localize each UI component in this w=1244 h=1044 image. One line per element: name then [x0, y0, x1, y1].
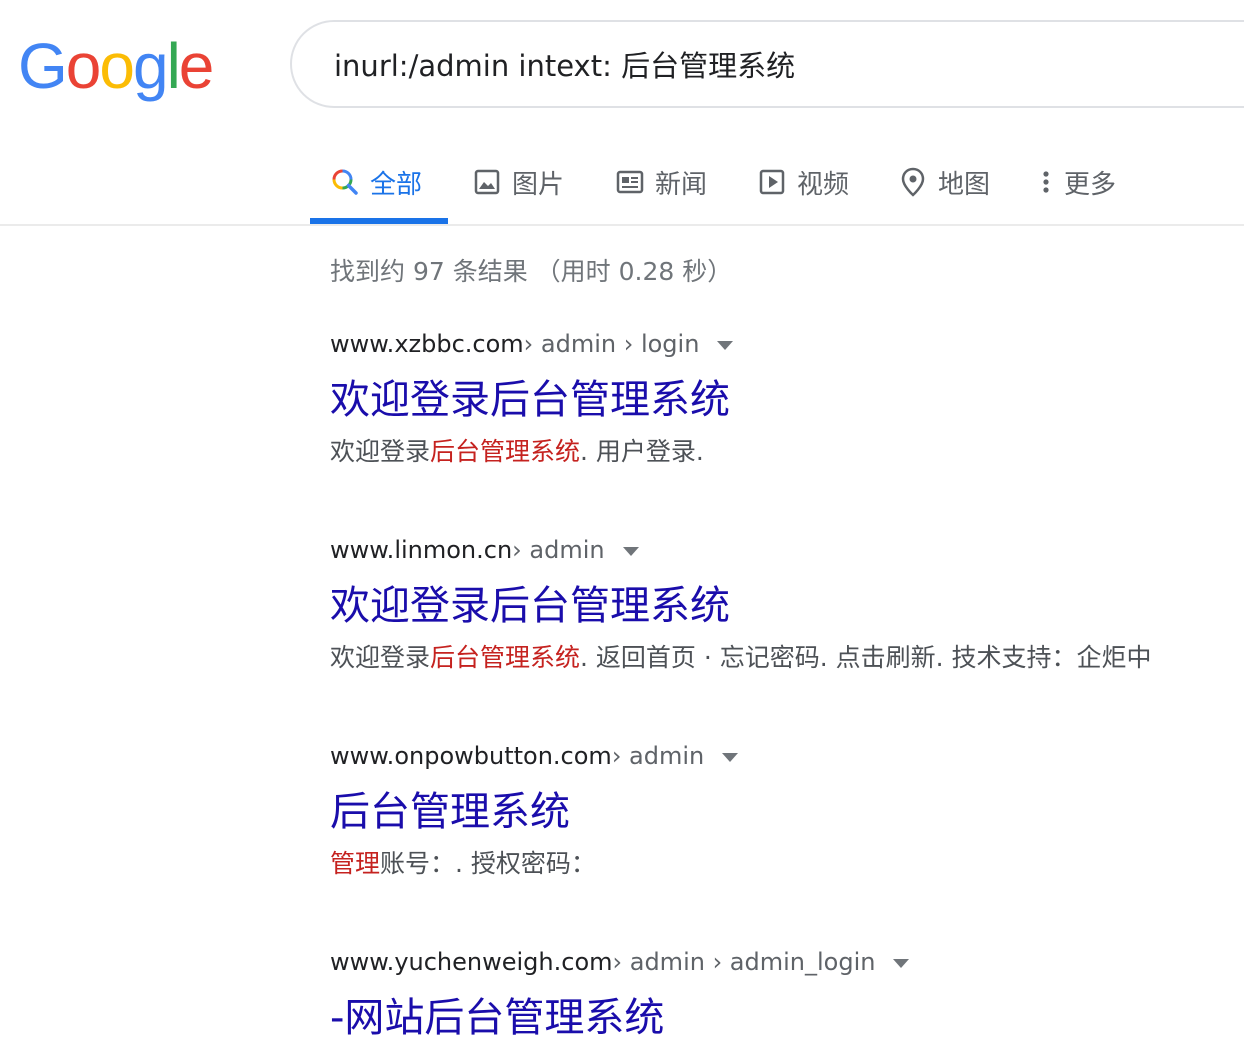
result-snippet: 管理账号：. 授权密码：	[330, 846, 1244, 882]
snippet-highlight: 后台管理系统	[430, 643, 581, 672]
tab-news[interactable]: 新闻	[615, 140, 707, 224]
header-divider	[0, 224, 1244, 226]
snippet-text: 欢迎登录	[330, 643, 431, 672]
chevron-down-icon[interactable]	[622, 546, 639, 556]
search-icon	[330, 167, 360, 197]
result-url[interactable]: www.xzbbc.com › admin › login	[330, 328, 1244, 360]
tab-label: 视频	[797, 169, 850, 200]
tab-label: 更多	[1064, 169, 1117, 200]
result-path: › admin › login	[523, 330, 700, 358]
chevron-down-icon[interactable]	[893, 958, 910, 968]
logo-letter: g	[132, 30, 169, 102]
tab-images[interactable]: 图片	[472, 140, 564, 224]
snippet-highlight: 管理	[330, 849, 381, 878]
logo-letter: o	[65, 30, 102, 102]
tab-label: 新闻	[655, 169, 708, 200]
logo-letter: l	[166, 30, 181, 102]
map-pin-icon	[898, 167, 928, 197]
news-icon	[615, 167, 645, 197]
more-vert-icon	[1038, 167, 1054, 197]
result-path: › admin	[512, 536, 605, 564]
result-url[interactable]: www.yuchenweigh.com › admin › admin_logi…	[330, 946, 1244, 978]
result-url[interactable]: www.linmon.cn › admin	[330, 534, 1244, 566]
search-result: www.linmon.cn › admin 欢迎登录后台管理系统 欢迎登录后台管…	[330, 534, 1244, 676]
search-input[interactable]	[334, 44, 1234, 84]
result-path: › admin › admin_login	[612, 948, 876, 976]
tab-all[interactable]: 全部	[330, 140, 422, 224]
result-snippet: 欢迎登录后台管理系统. 返回首页 · 忘记密码. 点击刷新. 技术支持：企炬中	[330, 640, 1244, 676]
search-box[interactable]	[290, 20, 1244, 108]
result-title-link[interactable]: 欢迎登录后台管理系统	[330, 580, 1244, 632]
snippet-text: 欢迎登录	[330, 437, 431, 466]
snippet-text: . 用户登录.	[580, 437, 704, 466]
search-result: www.onpowbutton.com › admin 后台管理系统 管理账号：…	[330, 740, 1244, 882]
tab-label: 地图	[938, 169, 991, 200]
result-snippet: 欢迎登录后台管理系统. 用户登录.	[330, 434, 1244, 470]
snippet-highlight: 后台管理系统	[430, 437, 581, 466]
chevron-down-icon[interactable]	[717, 340, 734, 350]
tab-videos[interactable]: 视频	[757, 140, 849, 224]
result-title-link[interactable]: -网站后台管理系统	[330, 992, 1244, 1044]
result-domain: www.xzbbc.com	[330, 330, 524, 358]
chevron-down-icon[interactable]	[722, 752, 739, 762]
tab-maps[interactable]: 地图	[898, 140, 990, 224]
tab-label: 图片	[512, 169, 565, 200]
logo-letter: G	[18, 30, 68, 102]
search-result: www.yuchenweigh.com › admin › admin_logi…	[330, 946, 1244, 1044]
search-result: www.xzbbc.com › admin › login 欢迎登录后台管理系统…	[330, 328, 1244, 470]
logo-letter: e	[178, 30, 215, 102]
result-domain: www.onpowbutton.com	[330, 742, 612, 770]
logo-letter: o	[99, 30, 135, 102]
tab-label: 全部	[370, 169, 423, 200]
result-path: › admin	[611, 742, 705, 770]
result-domain: www.linmon.cn	[330, 536, 513, 564]
search-tabs: 全部 图片 新闻 视频 地图 更多	[310, 140, 1210, 224]
image-icon	[472, 167, 502, 197]
result-url[interactable]: www.onpowbutton.com › admin	[330, 740, 1244, 772]
result-stats: 找到约 97 条结果 （用时 0.28 秒）	[330, 257, 733, 286]
result-domain: www.yuchenweigh.com	[330, 948, 613, 976]
result-title-link[interactable]: 欢迎登录后台管理系统	[330, 374, 1244, 426]
google-logo[interactable]: Google	[18, 26, 215, 106]
snippet-text: 账号：. 授权密码：	[380, 849, 596, 878]
snippet-text: . 返回首页 · 忘记密码. 点击刷新. 技术支持：企炬中	[580, 643, 1152, 672]
result-title-link[interactable]: 后台管理系统	[330, 786, 1244, 838]
video-icon	[757, 167, 787, 197]
tab-more[interactable]: 更多	[1038, 140, 1116, 224]
